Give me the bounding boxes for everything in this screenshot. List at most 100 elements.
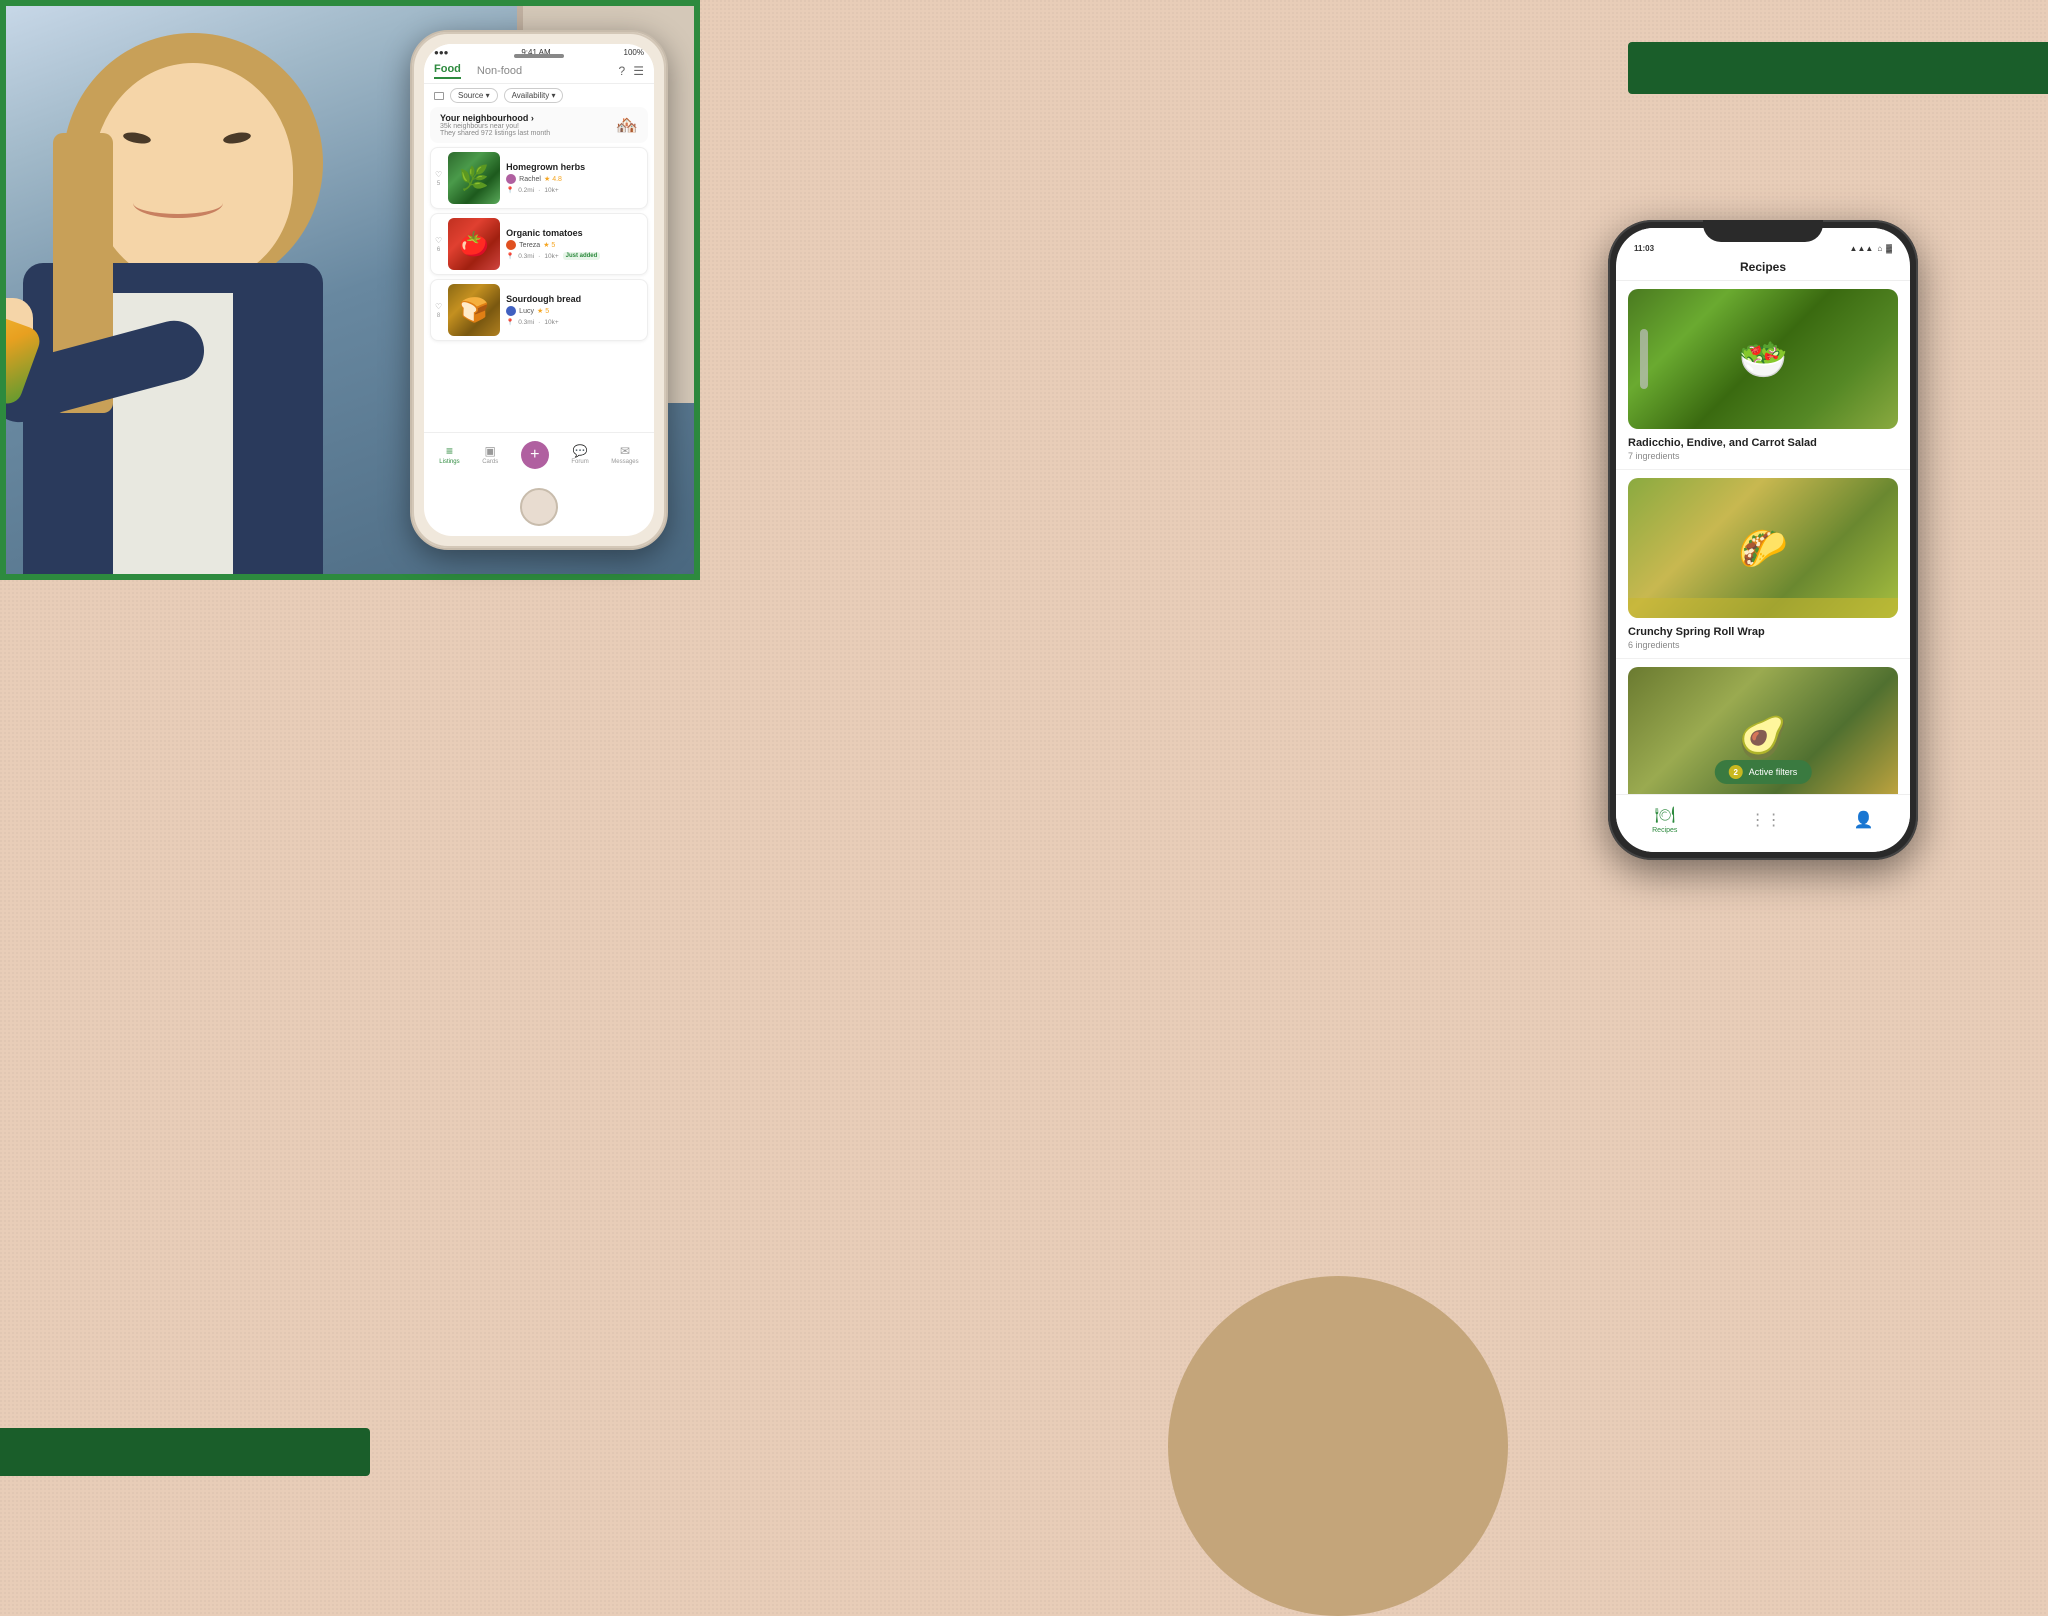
battery-icon: ▓ <box>1886 244 1892 253</box>
phone-left-inner: ●●● 9:41 AM 100% Food Non-food ? ☰ Sourc… <box>424 44 654 536</box>
phone-notch <box>1703 220 1823 242</box>
heart-button[interactable]: ♡ 5 <box>435 170 442 187</box>
nav-messages[interactable]: ✉ Messages <box>611 444 638 465</box>
listings-list: ♡ 5 🌿 Homegrown herbs Rachel ★ 4.8 <box>424 143 654 345</box>
speaker <box>514 54 564 58</box>
nav-forum[interactable]: 💬 Forum <box>571 444 588 465</box>
user-avatar <box>506 306 516 316</box>
tab-nonfood[interactable]: Non-food <box>477 65 522 77</box>
recipes-list: 🥗 Radicchio, Endive, and Carrot Salad 7 … <box>1616 281 1910 825</box>
cards-label: Cards <box>482 459 498 465</box>
listing-details: Organic tomatoes Tereza ★ 5 📍 0.3mi · 10… <box>506 228 643 260</box>
user-name: Tereza <box>519 242 540 249</box>
neighbourhood-icon: 🏘️ <box>616 115 638 136</box>
listing-title: Organic tomatoes <box>506 228 643 238</box>
recipe-image-salad: 🥗 <box>1628 289 1898 429</box>
menu-icon[interactable]: ☰ <box>633 64 644 78</box>
tab-food[interactable]: Food <box>434 63 461 79</box>
filter-bar: Source ▾ Availability ▾ <box>424 84 654 107</box>
listing-title: Sourdough bread <box>506 294 643 304</box>
recipes-icon: 🍽 <box>1655 805 1675 825</box>
listings-icon: ≡ <box>446 444 453 458</box>
listings-label: Listings <box>439 459 459 465</box>
messages-label: Messages <box>611 459 638 465</box>
neighbourhood-subtitle: 35k neighbours near you! <box>440 123 550 130</box>
heart-button[interactable]: ♡ 8 <box>435 302 442 319</box>
listing-meta: 📍 0.3mi · 10k+ Just added <box>506 252 643 260</box>
browse-icon: ⋮⋮ <box>1750 810 1782 830</box>
profile-icon: 👤 <box>1854 810 1874 830</box>
filter-settings-icon[interactable] <box>434 92 444 100</box>
recipes-label: Recipes <box>1652 827 1677 834</box>
wifi-icon: ⌂ <box>1877 244 1882 253</box>
listing-user: Tereza ★ 5 <box>506 240 643 250</box>
listing-details: Homegrown herbs Rachel ★ 4.8 📍 0.2mi · 1… <box>506 162 643 194</box>
user-avatar <box>506 240 516 250</box>
heart-button[interactable]: ♡ 6 <box>435 236 442 253</box>
listing-meta: 📍 0.2mi · 10k+ <box>506 186 643 194</box>
distance: 0.2mi <box>518 187 534 194</box>
listing-image-bread: 🍞 <box>448 284 500 336</box>
listing-user: Lucy ★ 5 <box>506 306 643 316</box>
recipe-item[interactable]: 🌮 Crunchy Spring Roll Wrap 6 ingredients <box>1616 470 1910 659</box>
listing-item[interactable]: ♡ 5 🌿 Homegrown herbs Rachel ★ 4.8 <box>430 147 648 209</box>
likes-count: 10k+ <box>544 253 558 260</box>
neighbourhood-title: Your neighbourhood › <box>440 113 550 123</box>
add-button[interactable]: + <box>521 441 549 469</box>
tomato-image: 🍅 <box>448 218 500 270</box>
separator: · <box>538 319 540 326</box>
recipe-image-steak: 🥑 <box>1628 667 1898 807</box>
distance: 0.3mi <box>518 253 534 260</box>
recipes-header: Recipes <box>1616 256 1910 281</box>
home-button[interactable] <box>520 488 558 526</box>
listing-image-tomatoes: 🍅 <box>448 218 500 270</box>
signal-bars: ▲▲▲ <box>1850 244 1874 253</box>
help-icon[interactable]: ? <box>619 64 626 78</box>
heart-count: 5 <box>437 181 440 187</box>
neighbourhood-card[interactable]: Your neighbourhood › 35k neighbours near… <box>430 107 648 143</box>
separator: · <box>538 253 540 260</box>
nav-listings[interactable]: ≡ Listings <box>439 444 459 465</box>
recipe-title: Radicchio, Endive, and Carrot Salad <box>1628 437 1898 449</box>
user-rating: ★ 5 <box>543 241 555 249</box>
location-icon: 📍 <box>506 318 514 326</box>
phone-right-inner: 11:03 ▲▲▲ ⌂ ▓ Recipes 🥗 Radicchio, Endiv… <box>1616 228 1910 852</box>
bg-green-bottom-left <box>0 1428 370 1476</box>
heart-icon: ♡ <box>435 302 442 311</box>
recipe-ingredients: 6 ingredients <box>1628 640 1898 650</box>
listing-item[interactable]: ♡ 6 🍅 Organic tomatoes Tereza ★ 5 <box>430 213 648 275</box>
nav-cards[interactable]: ▣ Cards <box>482 444 498 465</box>
active-filters-bar[interactable]: 2 Active filters <box>1715 760 1812 784</box>
cards-icon: ▣ <box>485 444 496 458</box>
listing-details: Sourdough bread Lucy ★ 5 📍 0.3mi · 10k+ <box>506 294 643 326</box>
listing-title: Homegrown herbs <box>506 162 643 172</box>
signal-icon: ●●● <box>434 48 449 57</box>
location-icon: 📍 <box>506 252 514 260</box>
heart-icon: ♡ <box>435 170 442 179</box>
recipe-ingredients: 7 ingredients <box>1628 451 1898 461</box>
source-filter[interactable]: Source ▾ <box>450 88 498 103</box>
time: 11:03 <box>1634 244 1654 253</box>
recipe-item[interactable]: 🥗 Radicchio, Endive, and Carrot Salad 7 … <box>1616 281 1910 470</box>
herb-image: 🌿 <box>448 152 500 204</box>
nav-profile[interactable]: 👤 <box>1854 810 1874 830</box>
bread-image: 🍞 <box>448 284 500 336</box>
just-added-badge: Just added <box>563 252 601 260</box>
listing-item[interactable]: ♡ 8 🍞 Sourdough bread Lucy ★ 5 <box>430 279 648 341</box>
bottom-nav: 🍽 Recipes ⋮⋮ 👤 <box>1616 794 1910 852</box>
nav-tabs: Food Non-food ? ☰ <box>424 59 654 84</box>
salad-emoji: 🥗 <box>1628 289 1898 429</box>
neighbourhood-text: Your neighbourhood › 35k neighbours near… <box>440 113 550 137</box>
phone-left: ●●● 9:41 AM 100% Food Non-food ? ☰ Sourc… <box>410 30 668 550</box>
wrap-decoration <box>1628 598 1898 618</box>
user-rating: ★ 4.8 <box>544 175 562 183</box>
heart-count: 6 <box>437 247 440 253</box>
heart-count: 8 <box>437 313 440 319</box>
heart-icon: ♡ <box>435 236 442 245</box>
fork-icon <box>1640 329 1648 389</box>
nav-browse[interactable]: ⋮⋮ <box>1750 810 1782 830</box>
nav-recipes[interactable]: 🍽 Recipes <box>1652 805 1677 834</box>
user-avatar <box>506 174 516 184</box>
availability-filter[interactable]: Availability ▾ <box>504 88 564 103</box>
recipe-image-wrap: 🌮 <box>1628 478 1898 618</box>
